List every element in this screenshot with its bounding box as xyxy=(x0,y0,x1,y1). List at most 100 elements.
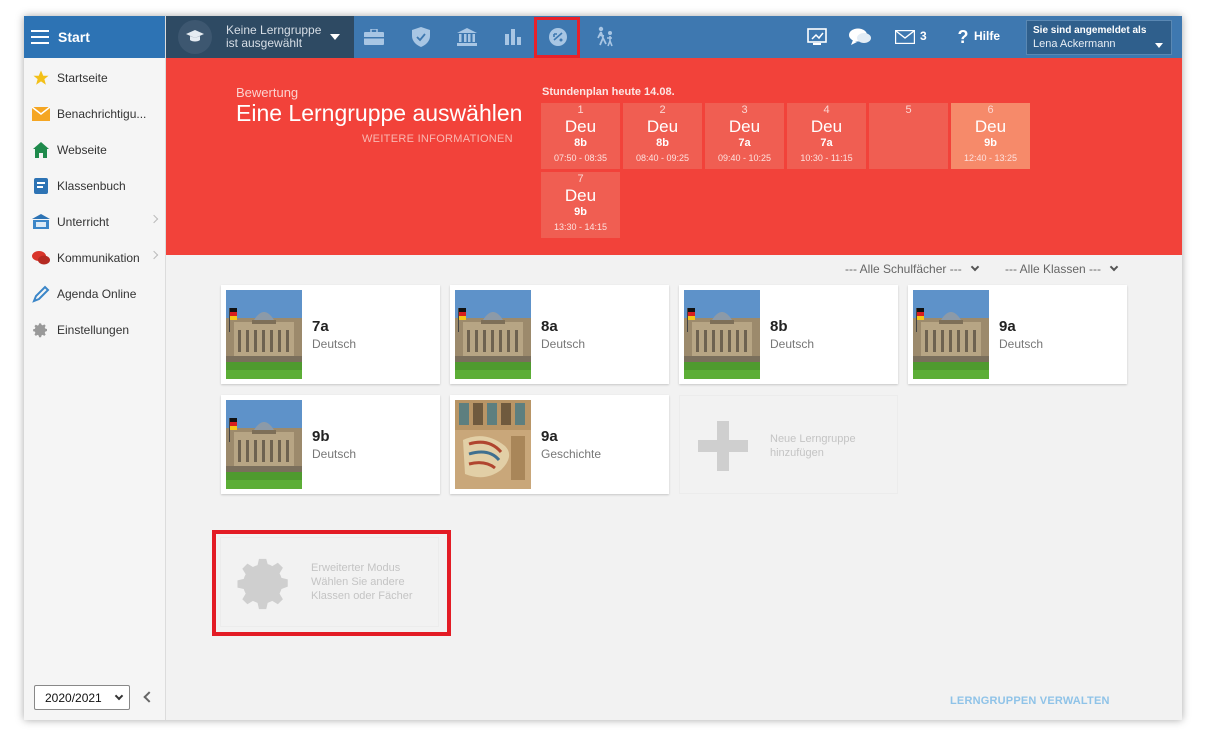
slot-time: 07:50 - 08:35 xyxy=(553,153,608,163)
card-subject: Deutsch xyxy=(999,337,1044,351)
subject-filter-select[interactable]: --- Alle Schulfächer --- xyxy=(845,262,979,276)
sidebar-item-label: Startseite xyxy=(57,71,108,85)
sidebar-item-label: Benachrichtigu... xyxy=(57,107,147,121)
collapse-sidebar-icon[interactable] xyxy=(143,691,155,703)
present-screen-icon[interactable] xyxy=(806,26,828,48)
sidebar-item-startseite[interactable]: Startseite xyxy=(24,60,165,96)
card-class: 7a xyxy=(312,318,329,335)
slot-number: 7 xyxy=(577,173,584,185)
help-icon[interactable]: ? xyxy=(952,26,974,48)
slot-subject: Deu xyxy=(810,117,843,136)
walking-people-icon[interactable] xyxy=(594,26,616,48)
shield-icon[interactable] xyxy=(410,26,432,48)
caret-down-icon xyxy=(330,34,340,40)
star-icon xyxy=(32,69,50,87)
book-icon xyxy=(32,177,50,195)
slot-number: 6 xyxy=(987,104,994,116)
subject-filter-value: --- Alle Schulfächer --- xyxy=(845,262,962,276)
slot-number: 1 xyxy=(577,104,584,116)
school-year-value: 2020/2021 xyxy=(45,690,102,705)
sidebar-header[interactable]: Start xyxy=(24,16,165,58)
envelope-icon[interactable] xyxy=(894,26,916,48)
card-class: 9b xyxy=(312,428,330,445)
banner-subtitle: Bewertung xyxy=(236,85,299,100)
chevron-down-icon xyxy=(114,691,124,701)
add-card-line2: hinzufügen xyxy=(770,447,824,459)
schedule-slot[interactable]: 4 Deu 7a 10:30 - 11:15 xyxy=(787,103,866,169)
reichstag-image xyxy=(226,290,302,379)
schedule-slot-current[interactable]: 6 Deu 9b 12:40 - 13:25 xyxy=(951,103,1030,169)
learning-group-card[interactable]: 9b Deutsch xyxy=(221,395,440,494)
school-year-select[interactable]: 2020/2021 xyxy=(34,685,130,710)
slot-time: 08:40 - 09:25 xyxy=(635,153,690,163)
chevron-down-icon xyxy=(970,262,979,272)
reichstag-image xyxy=(913,290,989,379)
bank-icon[interactable] xyxy=(456,26,478,48)
sidebar-item-einstellungen[interactable]: Einstellungen xyxy=(24,312,165,348)
slot-subject: Deu xyxy=(974,117,1007,136)
more-info-link[interactable]: WEITERE INFORMATIONEN xyxy=(362,133,513,145)
hamburger-menu-icon[interactable] xyxy=(31,30,49,44)
sidebar-item-unterricht[interactable]: Unterricht xyxy=(24,204,165,240)
slot-subject: Deu xyxy=(564,186,597,205)
briefcase-icon[interactable] xyxy=(363,26,385,48)
card-class: 9a xyxy=(541,428,558,445)
schedule-slot[interactable]: 7 Deu 9b 13:30 - 14:15 xyxy=(541,172,620,238)
add-learning-group-card[interactable]: Neue Lerngruppe hinzufügen xyxy=(679,395,898,494)
chevron-right-icon xyxy=(149,250,159,260)
slot-class: 9b xyxy=(984,137,997,149)
learning-group-card[interactable]: 8b Deutsch xyxy=(679,285,898,384)
chevron-right-icon xyxy=(149,214,159,224)
chat-bubbles-icon[interactable] xyxy=(849,26,871,48)
card-subject: Geschichte xyxy=(541,447,602,461)
home-icon xyxy=(32,141,50,159)
reichstag-image xyxy=(226,400,302,489)
slot-time: 12:40 - 13:25 xyxy=(963,153,1018,163)
learning-group-card[interactable]: 8a Deutsch xyxy=(450,285,669,384)
learning-group-selector[interactable]: Keine Lerngruppe ist ausgewählt xyxy=(166,16,354,58)
slot-class: 9b xyxy=(574,206,587,218)
card-class: 8a xyxy=(541,318,558,335)
schedule-slot[interactable]: 2 Deu 8b 08:40 - 09:25 xyxy=(623,103,702,169)
learning-group-card[interactable]: 9a Geschichte xyxy=(450,395,669,494)
manage-learning-groups-link[interactable]: LERNGRUPPEN VERWALTEN xyxy=(950,695,1110,707)
learning-group-card[interactable]: 9a Deutsch xyxy=(908,285,1127,384)
caret-down-icon xyxy=(1155,43,1163,48)
sidebar-item-benachrichtigungen[interactable]: Benachrichtigu... xyxy=(24,96,165,132)
class-filter-value: --- Alle Klassen --- xyxy=(1005,262,1102,276)
classroom-icon xyxy=(32,213,50,231)
slot-number: 4 xyxy=(823,104,830,116)
sidebar-item-kommunikation[interactable]: Kommunikation xyxy=(24,240,165,276)
sidebar-item-label: Einstellungen xyxy=(57,323,130,337)
sidebar-item-klassenbuch[interactable]: Klassenbuch xyxy=(24,168,165,204)
card-class: 9a xyxy=(999,318,1016,335)
highlight-frame xyxy=(534,17,580,58)
mail-count-badge: 3 xyxy=(920,29,927,43)
help-link[interactable]: Hilfe xyxy=(974,29,1000,43)
slot-subject: Deu xyxy=(564,117,597,136)
sidebar-item-label: Klassenbuch xyxy=(57,179,126,193)
sidebar-item-webseite[interactable]: Webseite xyxy=(24,132,165,168)
slot-time: 13:30 - 14:15 xyxy=(553,222,608,232)
page-title: Eine Lerngruppe auswählen xyxy=(236,100,523,126)
chat-icon xyxy=(32,249,50,267)
plus-icon xyxy=(698,421,748,471)
class-filter-select[interactable]: --- Alle Klassen --- xyxy=(1005,262,1119,276)
user-account-menu[interactable]: Sie sind angemeldet als Lena Ackermann xyxy=(1026,20,1172,55)
group-selector-line2: ist ausgewählt xyxy=(226,36,303,50)
card-subject: Deutsch xyxy=(312,337,357,351)
pen-icon xyxy=(32,285,50,303)
schedule-slot[interactable]: 3 Deu 7a 09:40 - 10:25 xyxy=(705,103,784,169)
slot-class: 7a xyxy=(820,137,833,149)
learning-group-card[interactable]: 7a Deutsch xyxy=(221,285,440,384)
highlight-frame xyxy=(212,530,451,636)
slot-class: 8b xyxy=(656,137,669,149)
schedule-slot[interactable]: 1 Deu 8b 07:50 - 08:35 xyxy=(541,103,620,169)
schedule-slot-empty: 5 xyxy=(869,103,948,169)
login-label: Sie sind angemeldet als xyxy=(1033,25,1147,36)
reichstag-image xyxy=(455,290,531,379)
bar-chart-icon[interactable] xyxy=(502,26,524,48)
chevron-down-icon xyxy=(1109,262,1119,272)
slot-number: 2 xyxy=(659,104,666,116)
sidebar-item-agenda-online[interactable]: Agenda Online xyxy=(24,276,165,312)
